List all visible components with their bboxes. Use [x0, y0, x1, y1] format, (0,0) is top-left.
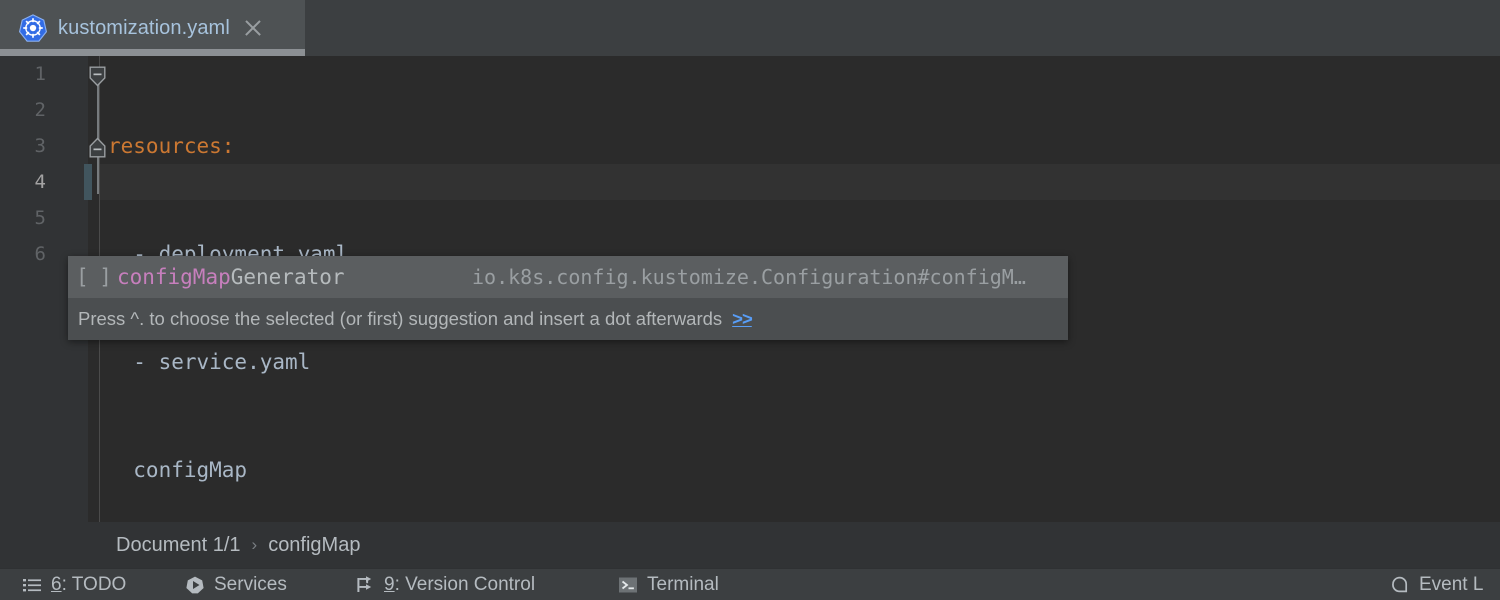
completion-item-configmapgenerator[interactable]: [ ] configMapGenerator io.k8s.config.kus… — [68, 256, 1068, 298]
line-number: 5 — [34, 207, 46, 229]
text-caret — [84, 164, 92, 200]
status-bar-item-terminal[interactable]: Terminal — [618, 569, 719, 600]
services-play-icon — [186, 576, 204, 593]
fold-marker-expanded-start[interactable] — [89, 66, 106, 87]
terminal-icon — [619, 577, 637, 592]
yaml-list-item: - service.yaml — [108, 350, 311, 374]
status-bar-shortcut-num: 6 — [51, 573, 62, 595]
editor-tab-kustomization-yaml[interactable]: kustomization.yaml — [0, 0, 305, 56]
fold-marker-expanded-end[interactable] — [89, 137, 106, 158]
yaml-typed-text: configMap — [108, 458, 248, 482]
status-bar-text: : Version Control — [394, 573, 536, 595]
completion-item-match: configMap — [116, 265, 231, 289]
status-bar-shortcut-num: 9 — [384, 573, 395, 595]
status-bar-text: : TODO — [61, 573, 127, 595]
status-bar-item-todo[interactable]: 6: TODO — [22, 569, 126, 600]
status-bar: 6: TODO Services 9: Version Control Term… — [0, 568, 1500, 600]
breadcrumb-item-document[interactable]: Document 1/1 — [116, 534, 241, 557]
version-control-branch-icon — [357, 575, 372, 592]
yaml-colon: : — [221, 134, 235, 158]
line-number-column: 1 2 3 4 5 6 — [0, 56, 46, 272]
completion-item-rest: Generator — [230, 265, 345, 289]
ide-window: kustomization.yaml 1 2 3 4 5 6 resources… — [0, 0, 1500, 600]
breadcrumb-item-configmap[interactable]: configMap — [268, 534, 360, 557]
code-line-3: - service.yaml — [108, 344, 348, 380]
editor-tab-label: kustomization.yaml — [58, 16, 230, 39]
line-number: 6 — [34, 243, 46, 265]
yaml-key: resources — [108, 134, 222, 158]
line-number: 3 — [34, 135, 46, 157]
line-number: 1 — [34, 63, 46, 85]
completion-hint-more-link[interactable]: >> — [732, 308, 753, 330]
breadcrumb-separator-icon: › — [251, 535, 258, 554]
status-bar-label-todo: 6: TODO — [51, 574, 126, 596]
kubernetes-icon — [18, 14, 48, 42]
status-bar-item-version-control[interactable]: 9: Version Control — [355, 569, 535, 600]
code-editor[interactable]: 1 2 3 4 5 6 resources: - deployment.yaml… — [0, 56, 1500, 522]
status-bar-label-services: Services — [214, 573, 287, 595]
status-bar-item-services[interactable]: Services — [185, 569, 287, 600]
status-bar-label-event-log: Event L — [1419, 573, 1484, 595]
line-number: 2 — [34, 99, 46, 121]
code-line-4: configMap — [108, 452, 348, 488]
event-log-icon — [1392, 576, 1408, 592]
breadcrumb: Document 1/1 › configMap — [0, 522, 1500, 568]
array-type-icon: [ ] — [76, 265, 112, 289]
code-line-1: resources: — [108, 128, 348, 164]
status-bar-label-version-control: 9: Version Control — [384, 574, 535, 596]
code-completion-popup[interactable]: [ ] configMapGenerator io.k8s.config.kus… — [68, 256, 1068, 340]
close-icon[interactable] — [242, 17, 264, 39]
editor-tab-bar: kustomization.yaml — [0, 0, 1500, 56]
todo-list-icon — [23, 578, 41, 591]
status-bar-item-event-log[interactable]: Event L — [1390, 569, 1483, 600]
line-number: 4 — [34, 171, 46, 193]
completion-hint-text: Press ^. to choose the selected (or firs… — [78, 308, 723, 329]
active-tab-indicator — [0, 49, 305, 56]
completion-hint-bar: Press ^. to choose the selected (or firs… — [68, 298, 1068, 340]
status-bar-label-terminal: Terminal — [647, 573, 719, 595]
completion-item-type: io.k8s.config.kustomize.Configuration#co… — [472, 265, 1026, 289]
